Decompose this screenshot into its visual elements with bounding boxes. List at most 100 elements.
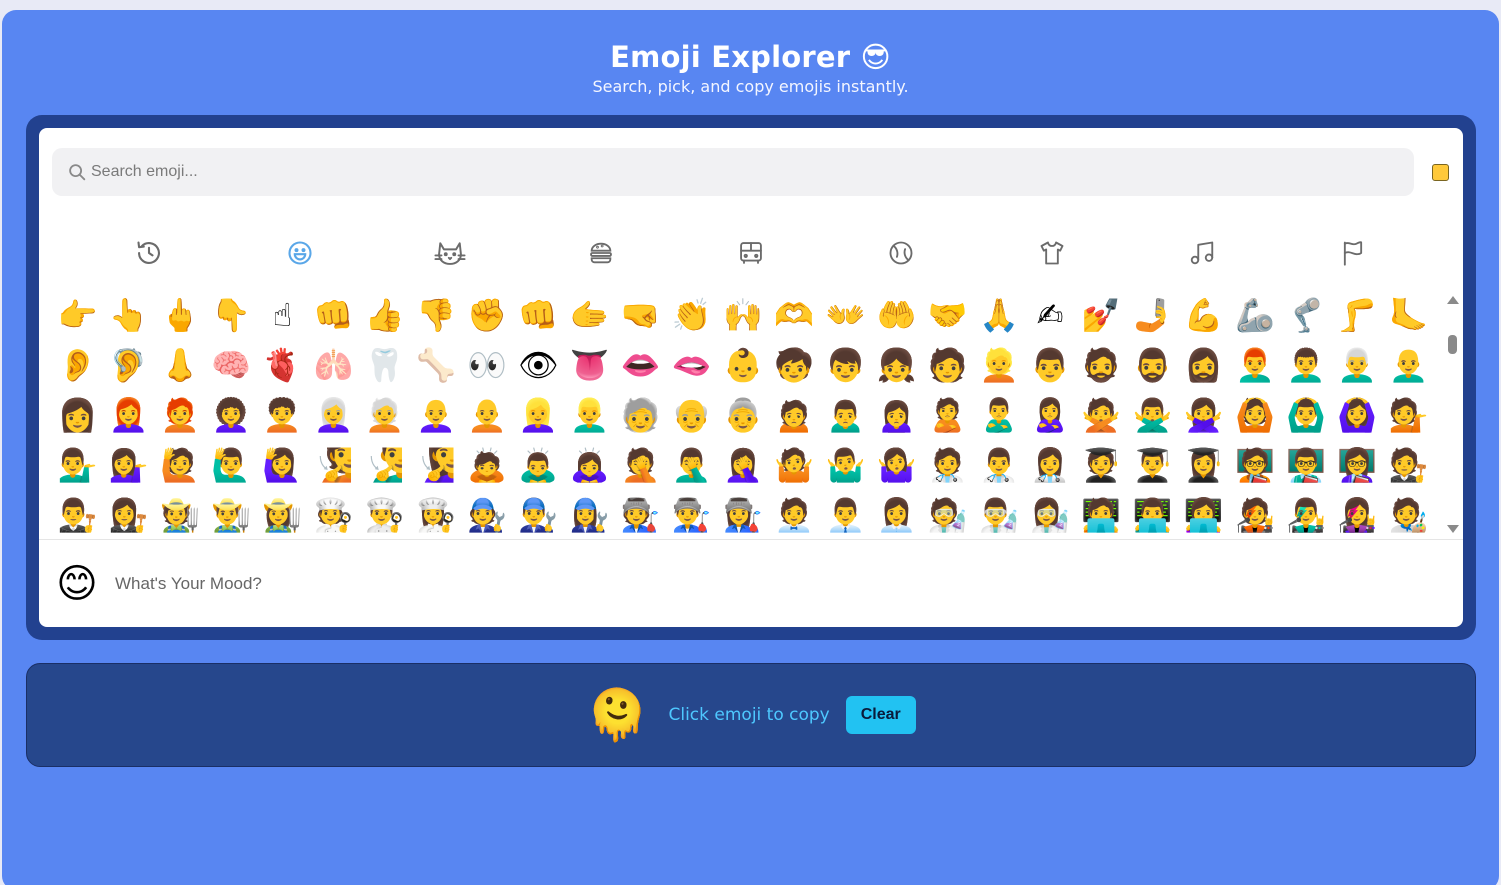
emoji-item[interactable]: 👨‍🍳 — [359, 490, 410, 539]
emoji-item[interactable]: 🧑‍⚕️ — [922, 440, 973, 490]
emoji-item[interactable]: 🤦‍♀️ — [717, 440, 768, 490]
emoji-item[interactable]: 👨‍🦱 — [1281, 340, 1332, 390]
emoji-item[interactable]: 🦶 — [1383, 290, 1434, 340]
emoji-item[interactable]: 🧑 — [922, 340, 973, 390]
emoji-item[interactable]: 🦾 — [1229, 290, 1280, 340]
emoji-item[interactable]: 👨‍🌾 — [206, 490, 257, 539]
emoji-item[interactable]: 🧔‍♀️ — [1178, 340, 1229, 390]
emoji-item[interactable]: 👨‍🏭 — [666, 490, 717, 539]
emoji-item[interactable]: 👦 — [820, 340, 871, 390]
emoji-item[interactable]: 👩‍🌾 — [257, 490, 308, 539]
emoji-item[interactable]: 🧏‍♀️ — [410, 440, 461, 490]
emoji-item[interactable]: 🙅 — [1076, 390, 1127, 440]
emoji-item[interactable]: 🙆 — [1229, 390, 1280, 440]
emoji-item[interactable]: 👨‍🦰 — [1229, 340, 1280, 390]
tab-recent[interactable] — [129, 234, 169, 272]
emoji-item[interactable]: 🧑‍🔧 — [462, 490, 513, 539]
emoji-item[interactable]: 👩‍🏫 — [1332, 440, 1383, 490]
emoji-item[interactable]: 🤝 — [922, 290, 973, 340]
emoji-item[interactable]: 🙍 — [769, 390, 820, 440]
tab-food[interactable] — [581, 234, 621, 272]
emoji-item[interactable]: 🦿 — [1281, 290, 1332, 340]
emoji-item[interactable]: 👃 — [154, 340, 205, 390]
emoji-item[interactable]: 👱 — [973, 340, 1024, 390]
emoji-item[interactable]: 👎 — [410, 290, 461, 340]
emoji-item[interactable]: 👂 — [52, 340, 103, 390]
emoji-item[interactable]: 👐 — [820, 290, 871, 340]
emoji-item[interactable]: 👨‍🦳 — [1332, 340, 1383, 390]
emoji-item[interactable]: ☝ — [257, 290, 308, 340]
emoji-item[interactable]: 👩‍⚖️ — [103, 490, 154, 539]
emoji-item[interactable]: 🙌 — [717, 290, 768, 340]
emoji-grid-scrollbar[interactable] — [1444, 290, 1462, 539]
emoji-item[interactable]: 👨‍🔧 — [513, 490, 564, 539]
emoji-item[interactable]: 🦴 — [410, 340, 461, 390]
emoji-item[interactable]: 🧑‍🦲 — [462, 390, 513, 440]
emoji-item[interactable]: 🙋‍♂️ — [206, 440, 257, 490]
emoji-item[interactable]: 🙆‍♂️ — [1281, 390, 1332, 440]
emoji-item[interactable]: 👊 — [308, 290, 359, 340]
emoji-item[interactable]: 👩 — [52, 390, 103, 440]
emoji-item[interactable]: 🙋 — [154, 440, 205, 490]
emoji-item[interactable]: 👩‍🦱 — [206, 390, 257, 440]
emoji-item[interactable]: 🧑‍🔬 — [922, 490, 973, 539]
emoji-item[interactable]: 👩‍🏭 — [717, 490, 768, 539]
emoji-item[interactable]: 👴 — [666, 390, 717, 440]
scroll-thumb[interactable] — [1448, 335, 1457, 354]
emoji-item[interactable]: 🖕 — [154, 290, 205, 340]
tab-flags[interactable] — [1333, 234, 1373, 272]
emoji-item[interactable]: 👩‍🦲 — [410, 390, 461, 440]
emoji-item[interactable]: 🧑‍🎤 — [1229, 490, 1280, 539]
emoji-item[interactable]: 🫀 — [257, 340, 308, 390]
emoji-item[interactable]: 👨 — [1025, 340, 1076, 390]
emoji-item[interactable]: 🙇‍♂️ — [513, 440, 564, 490]
emoji-item[interactable]: 👩‍⚕️ — [1025, 440, 1076, 490]
emoji-item[interactable]: 👩‍🦰 — [103, 390, 154, 440]
emoji-item[interactable]: 🤦‍♂️ — [666, 440, 717, 490]
emoji-item[interactable]: 🙅‍♂️ — [1127, 390, 1178, 440]
emoji-item[interactable]: 👨‍⚕️ — [973, 440, 1024, 490]
emoji-item[interactable]: 👉 — [52, 290, 103, 340]
emoji-item[interactable]: 👁 — [513, 340, 564, 390]
emoji-item[interactable]: 👩‍🔬 — [1025, 490, 1076, 539]
emoji-item[interactable]: 🧑‍🦰 — [154, 390, 205, 440]
emoji-item[interactable]: 👩‍🦳 — [308, 390, 359, 440]
emoji-item[interactable]: 👩‍🍳 — [410, 490, 461, 539]
scroll-down-arrow[interactable] — [1447, 525, 1459, 533]
emoji-item[interactable]: 👆 — [103, 290, 154, 340]
emoji-item[interactable]: 🧏 — [308, 440, 359, 490]
emoji-item[interactable]: 🫁 — [308, 340, 359, 390]
emoji-item[interactable]: 👨‍🦲 — [1383, 340, 1434, 390]
tab-symbols[interactable] — [1182, 234, 1222, 272]
emoji-item[interactable]: 🫱 — [564, 290, 615, 340]
emoji-item[interactable]: 💪 — [1178, 290, 1229, 340]
emoji-item[interactable]: 👄 — [615, 340, 666, 390]
emoji-item[interactable]: 👏 — [666, 290, 717, 340]
emoji-item[interactable]: 💅 — [1076, 290, 1127, 340]
emoji-item[interactable]: 🧔‍♂️ — [1127, 340, 1178, 390]
emoji-item[interactable]: 🙋‍♀️ — [257, 440, 308, 490]
emoji-item[interactable]: 🤦 — [615, 440, 666, 490]
emoji-item[interactable]: 👇 — [206, 290, 257, 340]
emoji-item[interactable]: 🦷 — [359, 340, 410, 390]
emoji-item[interactable]: 💁‍♂️ — [52, 440, 103, 490]
emoji-item[interactable]: 👨‍💻 — [1127, 490, 1178, 539]
emoji-item[interactable]: 👨‍🏫 — [1281, 440, 1332, 490]
emoji-item[interactable]: 💁‍♀️ — [103, 440, 154, 490]
emoji-item[interactable]: 🤷 — [769, 440, 820, 490]
emoji-item[interactable]: ✍ — [1025, 290, 1076, 340]
emoji-item[interactable]: 🙇‍♀️ — [564, 440, 615, 490]
emoji-item[interactable]: 🧑‍🎨 — [1383, 490, 1434, 539]
emoji-item[interactable]: 👩‍🎓 — [1178, 440, 1229, 490]
emoji-item[interactable]: 🙇 — [462, 440, 513, 490]
emoji-item[interactable]: 👱‍♀️ — [513, 390, 564, 440]
emoji-item[interactable]: 👩‍💼 — [871, 490, 922, 539]
scroll-up-arrow[interactable] — [1447, 296, 1459, 304]
emoji-item[interactable]: 👨‍🎓 — [1127, 440, 1178, 490]
emoji-item[interactable]: 🙎‍♀️ — [1025, 390, 1076, 440]
tab-travel[interactable] — [731, 234, 771, 272]
tab-smileys[interactable] — [280, 234, 320, 272]
emoji-item[interactable]: 🧑‍🦳 — [359, 390, 410, 440]
emoji-item[interactable]: 🤷‍♂️ — [820, 440, 871, 490]
emoji-item[interactable]: 🧑‍🌾 — [154, 490, 205, 539]
